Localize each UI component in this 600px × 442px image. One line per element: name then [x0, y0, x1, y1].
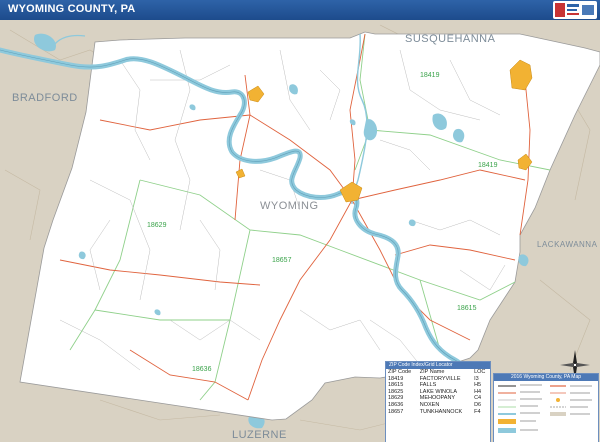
- table-row: 18615 FALLS H5: [386, 382, 490, 389]
- zip-name-cell: LAKE WINOLA: [419, 388, 458, 395]
- table-row: 18636 NOXEN D6: [386, 402, 490, 409]
- zip-code-index-panel: ZIP Code Index/Grid Locator ZIP Code ZIP…: [385, 361, 491, 442]
- zip-code-cell: 18636: [388, 401, 404, 408]
- publisher-logo: [553, 1, 597, 19]
- zip-index-header-row: ZIP Code ZIP Name LOC: [386, 369, 490, 376]
- zip-index-header: ZIP Code Index/Grid Locator: [386, 362, 490, 369]
- map-legend-panel: 2016 Wyoming County, PA Map: [493, 373, 599, 442]
- zip-label: 18615: [457, 305, 477, 312]
- neighbor-county-label-susquehanna: SUSQUEHANNA: [405, 33, 496, 45]
- zip-index-table: ZIP Code ZIP Name LOC 18419 FACTORYVILLE…: [386, 369, 490, 415]
- table-row: 18625 LAKE WINOLA H4: [386, 389, 490, 396]
- neighbor-county-label-luzerne: LUZERNE: [232, 429, 287, 441]
- column-header: LOC: [474, 369, 486, 375]
- map-page: WYOMING COUNTY, PA SUSQUEHANNA BRADFORD …: [0, 0, 600, 442]
- zip-name-cell: FACTORYVILLE: [419, 375, 461, 382]
- zip-name-cell: TUNKHANNOCK: [419, 408, 463, 415]
- table-row: 18629 MEHOOPANY C4: [386, 395, 490, 402]
- neighbor-county-label-lackawanna: LACKAWANNA: [537, 240, 598, 249]
- grid-loc-cell: C4: [474, 395, 482, 402]
- zip-label: 18629: [147, 222, 167, 229]
- zip-code-cell: 18625: [388, 388, 404, 395]
- legend-column-right: [550, 385, 592, 416]
- legend-header: 2016 Wyoming County, PA Map: [494, 374, 598, 381]
- table-row: 18657 TUNKHANNOCK F4: [386, 409, 490, 416]
- zip-code-cell: 18419: [388, 375, 404, 382]
- zip-label: 18419: [420, 72, 440, 79]
- grid-loc-cell: D6: [474, 401, 482, 408]
- grid-loc-cell: H5: [474, 382, 482, 389]
- zip-label: 18636: [192, 366, 212, 373]
- zip-code-cell: 18657: [388, 408, 404, 415]
- zip-label: 18419: [478, 162, 498, 169]
- column-header: ZIP Name: [419, 369, 445, 375]
- map-title: WYOMING COUNTY, PA: [8, 3, 136, 15]
- publisher-logo-icon: [555, 3, 594, 17]
- legend-column-left: [498, 384, 542, 433]
- zip-name-cell: MEHOOPANY: [419, 395, 456, 402]
- title-bar: WYOMING COUNTY, PA: [0, 0, 600, 20]
- column-header: ZIP Code: [388, 369, 412, 375]
- legend-symbols: [498, 384, 592, 433]
- zip-name-cell: FALLS: [419, 382, 437, 389]
- neighbor-county-label-bradford: BRADFORD: [12, 92, 78, 104]
- zip-code-cell: 18629: [388, 395, 404, 402]
- zip-code-cell: 18615: [388, 382, 404, 389]
- grid-loc-cell: I3: [474, 375, 479, 382]
- zip-label: 18657: [272, 257, 292, 264]
- grid-loc-cell: F4: [474, 408, 481, 415]
- grid-loc-cell: H4: [474, 388, 482, 395]
- county-label-wyoming: WYOMING: [260, 200, 319, 212]
- zip-name-cell: NOXEN: [419, 401, 440, 408]
- table-row: 18419 FACTORYVILLE I3: [386, 376, 490, 383]
